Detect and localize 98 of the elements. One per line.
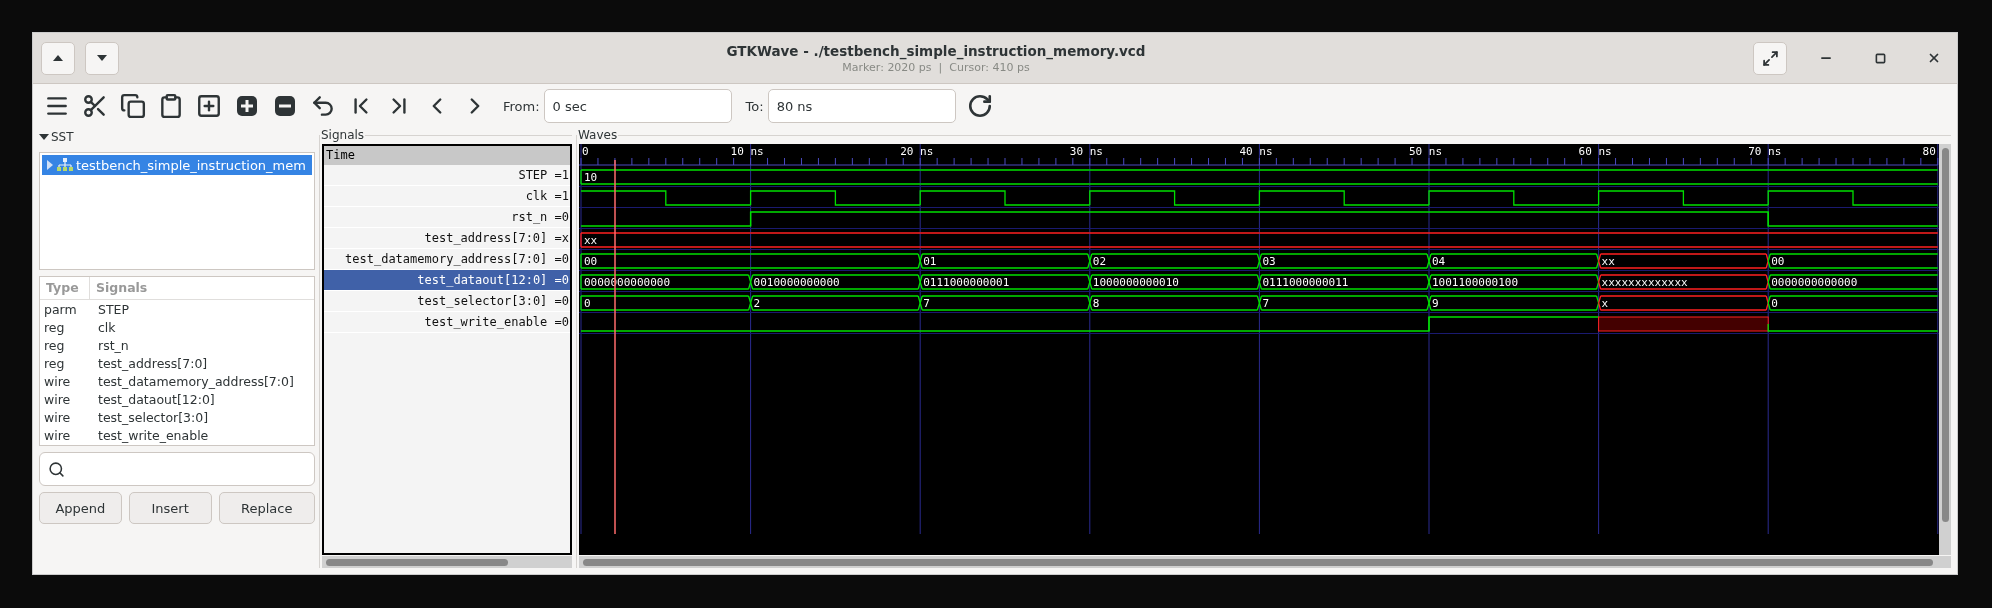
bus-value: 0111000000011 — [1262, 276, 1349, 289]
type-cell-text: wire — [43, 409, 72, 425]
undo-icon — [310, 93, 336, 119]
zoom-fit-button[interactable] — [195, 92, 223, 120]
time-tick-label: 20 ns — [900, 145, 934, 158]
signal-name-cell-text: test_write_enable — [97, 427, 209, 443]
expanded-triangle-icon[interactable] — [39, 132, 49, 142]
bus-value: 1001100000100 — [1432, 276, 1519, 289]
bus-value: 0010000000000 — [753, 276, 840, 289]
type-cell-text: wire — [43, 373, 72, 389]
signal-row[interactable]: test_dataout[12:0] =0 — [324, 270, 570, 291]
expand-arrows-icon — [1761, 49, 1779, 67]
plus-square-icon — [235, 94, 259, 118]
search-field[interactable] — [39, 452, 315, 486]
type-cell-text: wire — [43, 391, 72, 407]
hierarchy-icon — [57, 158, 73, 172]
bus-value: 0111000000001 — [923, 276, 1010, 289]
bus-value: 04 — [1432, 255, 1446, 268]
horizontal-scrollbar[interactable] — [322, 556, 572, 568]
sst-title: SST — [51, 130, 74, 144]
up-triangle-icon — [52, 54, 64, 62]
bus-value: 0000000000000 — [1771, 276, 1858, 289]
signal-name-cell-text: rst_n — [97, 337, 129, 353]
signal-name-cell-text: STEP — [97, 301, 129, 317]
signal-row[interactable]: STEP =1 — [324, 165, 570, 186]
horizontal-scrollbar[interactable] — [579, 556, 1951, 568]
bus-value: 01 — [923, 255, 937, 268]
time-tick-label: 0 — [582, 145, 589, 158]
to-label: To: — [745, 98, 764, 114]
bus-value: 00 — [584, 255, 598, 268]
time-tick-label: 60 ns — [1578, 145, 1612, 158]
bus-value: 02 — [1092, 255, 1107, 268]
from-label: From: — [503, 98, 540, 114]
pane-title: Waves — [577, 128, 619, 142]
type-cell-text: parm — [43, 301, 78, 317]
time-tick-label: 70 ns — [1748, 145, 1782, 158]
scissors-icon — [82, 93, 108, 119]
type-cell-text: reg — [43, 319, 66, 335]
fullscreen-button[interactable] — [1753, 41, 1787, 75]
collapsed-triangle-icon[interactable] — [46, 159, 54, 171]
time-tick-label: 50 ns — [1409, 145, 1443, 158]
signal-name-cell-text: test_dataout[12:0] — [97, 391, 215, 407]
action-button[interactable]: Insert — [128, 492, 212, 524]
signal-name-cell-text: test_selector[3:0] — [97, 409, 209, 425]
bus-value: 03 — [1262, 255, 1276, 268]
time-tick-label: 80 — [1922, 145, 1936, 158]
bus-value: xx — [1601, 255, 1615, 268]
zoom-fit-icon — [196, 93, 222, 119]
clipboard-icon — [158, 93, 184, 119]
signal-name-cell-text: test_address[7:0] — [97, 355, 208, 371]
signal-row[interactable]: rst_n =0 — [324, 207, 570, 228]
scroll-up-button[interactable] — [41, 41, 75, 75]
signal-row[interactable]: test_address[7:0] =x — [324, 228, 570, 249]
signal-row[interactable]: test_write_enable =0 — [324, 312, 570, 333]
window-subtitle: Marker: 2020 ps | Cursor: 410 ps — [842, 60, 1030, 74]
signal-name-cell-text: clk — [97, 319, 116, 335]
down-triangle-icon — [96, 54, 108, 62]
bus-value: 10 — [584, 171, 598, 184]
type-cell-text: reg — [43, 355, 66, 371]
action-button[interactable]: Replace — [218, 492, 315, 524]
window-title: GTKWave - ./testbench_simple_instruction_memory.vcd — [726, 42, 1146, 59]
bus-value: xx — [584, 234, 598, 247]
signal-name-cell-text: test_datamemory_address[7:0] — [97, 373, 294, 389]
vertical-scrollbar[interactable] — [1939, 144, 1951, 555]
time-tick-label: 30 ns — [1069, 145, 1103, 158]
bus-value: 8 — [1092, 297, 1100, 310]
signal-row[interactable]: test_selector[3:0] =0 — [324, 291, 570, 312]
to-field[interactable]: 80 ns — [767, 89, 956, 123]
bus-value: 0 — [584, 297, 591, 310]
scroll-down-button[interactable] — [85, 41, 119, 75]
signal-row[interactable]: clk =1 — [324, 186, 570, 207]
time-header: Time — [324, 146, 570, 165]
time-tick-label: 40 ns — [1239, 145, 1273, 158]
bus-value: 0 — [1771, 297, 1778, 310]
bus-value: 00 — [1771, 255, 1785, 268]
bus-value: 7 — [1262, 297, 1270, 310]
tree-item[interactable]: testbench_simple_instruction_mem — [42, 155, 312, 175]
bus-value: xxxxxxxxxxxxx — [1601, 276, 1688, 289]
copy-button[interactable] — [119, 92, 147, 120]
bus-value: 9 — [1432, 297, 1439, 310]
copy-icon — [120, 93, 146, 119]
time-tick-label: 10 ns — [730, 145, 764, 158]
reload-icon — [966, 93, 993, 119]
bus-value: 1000000000010 — [1092, 276, 1179, 289]
from-field[interactable]: 0 sec — [543, 89, 732, 123]
bus-value: 2 — [753, 297, 761, 310]
maximize-icon — [1874, 52, 1886, 64]
minus-square-icon — [273, 94, 297, 118]
column-header: Type — [40, 277, 90, 299]
close-icon — [1927, 51, 1941, 65]
type-cell-text: reg — [43, 337, 66, 353]
bus-value: 7 — [923, 297, 930, 310]
type-cell-text: wire — [43, 427, 72, 443]
column-header: Signals — [95, 279, 149, 297]
action-button[interactable]: Append — [39, 492, 122, 524]
search-icon — [48, 460, 65, 478]
bus-value: x — [1601, 297, 1609, 310]
pane-title: Signals — [320, 128, 366, 142]
